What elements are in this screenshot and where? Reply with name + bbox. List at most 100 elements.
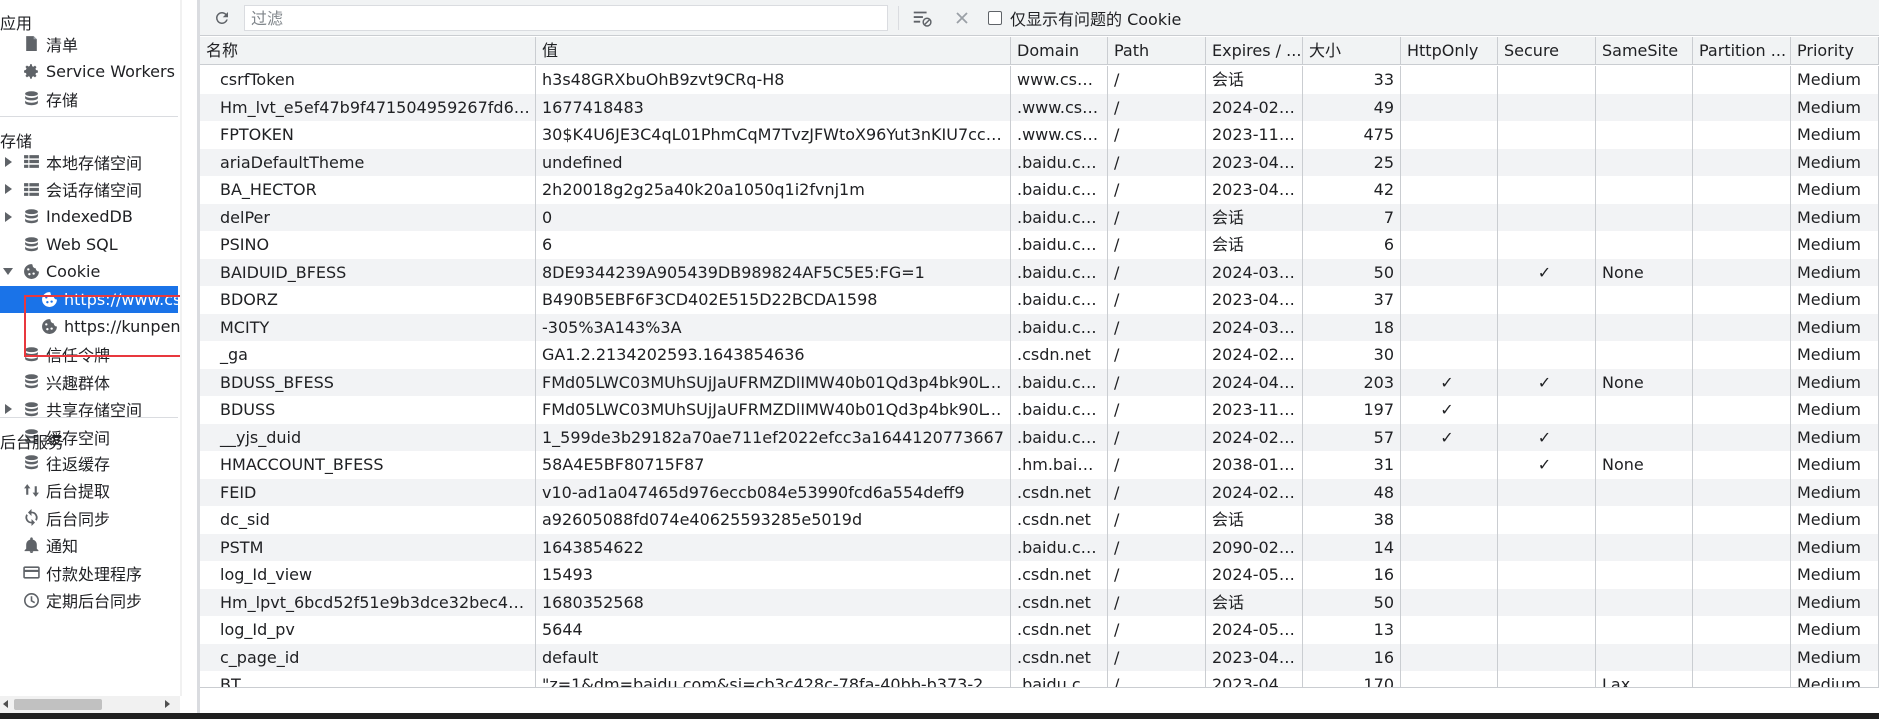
- table-row[interactable]: log_Id_pv 5644 .csdn.net/2024-05-... 13 Medi…: [200, 616, 1879, 644]
- table-row[interactable]: BDUSS_BFESS FMd05LWC03MUhSUjJaUFRMZDlIMW4…: [200, 368, 1879, 396]
- cell-samesite: None: [1596, 451, 1693, 479]
- sidebar-vertical-scrollbar[interactable]: [180, 0, 182, 696]
- column-header-domain[interactable]: Domain: [1011, 37, 1108, 65]
- expand-triangle-right-icon[interactable]: [0, 203, 16, 230]
- sidebar-item-background-fetch[interactable]: 后台提取: [0, 477, 178, 504]
- cell-size: 13: [1303, 616, 1401, 644]
- expand-triangle-right-icon[interactable]: [0, 148, 16, 175]
- sidebar-item-notifications[interactable]: 通知: [0, 532, 178, 559]
- delete-selected-button[interactable]: [950, 6, 974, 30]
- sidebar-horizontal-scrollbar[interactable]: [0, 696, 180, 713]
- filter-input[interactable]: [244, 5, 888, 31]
- only-issues-checkbox[interactable]: [988, 11, 1002, 25]
- sidebar-item-background-sync[interactable]: 后台同步: [0, 504, 178, 531]
- table-row[interactable]: dc_sid a92605088fd074e40625593285e5019d .c…: [200, 506, 1879, 534]
- sidebar-item-periodic-sync[interactable]: 定期后台同步: [0, 587, 178, 614]
- table-row[interactable]: FPTOKEN 30$K4U6JE3C4qL01PhmCqM7TvzJFWtoX9…: [200, 121, 1879, 149]
- sidebar-item-web-sql[interactable]: Web SQL: [0, 231, 178, 258]
- sidebar-item-payment-handler[interactable]: 付款处理程序: [0, 559, 178, 586]
- cell-name: BAIDUID_BFESS: [200, 258, 536, 286]
- cell-expires: 2024-02-...: [1206, 478, 1303, 506]
- table-row[interactable]: BA_HECTOR 2h20018g2g25a40k20a1050q1i2fvnj…: [200, 176, 1879, 204]
- table-header: 名称值 Domain Path Expires / ... 大小 HttpOnly Secu…: [200, 37, 1879, 65]
- column-header-name[interactable]: 名称: [200, 37, 536, 65]
- sidebar-item-shared-storage[interactable]: 共享存储空间: [0, 396, 178, 423]
- sidebar-item-indexeddb[interactable]: IndexedDB: [0, 203, 178, 230]
- cookie-icon: [40, 318, 58, 336]
- sidebar-item-label: 通知: [46, 537, 79, 556]
- cell-name: BT: [200, 671, 536, 687]
- sidebar-item-service-workers[interactable]: Service Workers: [0, 58, 178, 85]
- table-row[interactable]: BDUSS FMd05LWC03MUhSUjJaUFRMZDlIMW40b01Qd…: [200, 396, 1879, 424]
- sidebar-item-interest-groups[interactable]: 兴趣群体: [0, 368, 178, 395]
- scroll-right-arrow-icon[interactable]: [165, 700, 170, 708]
- table-row[interactable]: _ga GA1.2.2134202593.1643854636 .csdn.net /…: [200, 341, 1879, 369]
- column-header-priority[interactable]: Priority: [1791, 37, 1879, 65]
- cell-samesite: [1596, 93, 1693, 121]
- table-row[interactable]: PSINO 6 .baidu.com / 会话 6 Medium: [200, 231, 1879, 259]
- cell-expires: 2024-02-...: [1206, 93, 1303, 121]
- column-header-partition[interactable]: Partition ...: [1693, 37, 1791, 65]
- cell-path: /: [1108, 561, 1206, 589]
- table-row[interactable]: MCITY -305%3A143%3A .baidu.com/2024-03-...…: [200, 313, 1879, 341]
- table-row[interactable]: BT "z=1&dm=baidu.com&si=cb3c428c-78fa-40b…: [200, 671, 1879, 687]
- table-row[interactable]: BDORZ B490B5EBF6F3CD402E515D22BCDA1598 .ba…: [200, 286, 1879, 314]
- table-row[interactable]: delPer 0 .baidu.com / 会话 7 Medium: [200, 203, 1879, 231]
- cell-domain: .www.csd...: [1011, 121, 1108, 149]
- table-row[interactable]: __yjs_duid 1_599de3b29182a70ae711ef2022ef…: [200, 423, 1879, 451]
- expand-triangle-down-icon[interactable]: [0, 258, 16, 285]
- sidebar-item-cookie-kunpeng[interactable]: https://kunpeng-sc.csdnimg.cn: [0, 313, 180, 340]
- cell-samesite: [1596, 176, 1693, 204]
- cell-size: 14: [1303, 533, 1401, 561]
- refresh-button[interactable]: [210, 6, 234, 30]
- table-row[interactable]: PSTM 1643854622 .baidu.com/2090-02-... 14 Me…: [200, 533, 1879, 561]
- table-row[interactable]: HMACCOUNT_BFESS 58A4E5BF80715F87 .hm.baidu…: [200, 451, 1879, 479]
- sync-icon: [22, 509, 40, 527]
- table-row[interactable]: Hm_lpvt_6bcd52f51e9b3dce32bec4a399... 168…: [200, 588, 1879, 616]
- table-row[interactable]: csrfToken h3s48GRXbuOhB9zvt9CRq-H8 www.csd…: [200, 66, 1879, 94]
- table-row[interactable]: BAIDUID_BFESS 8DE9344239A905439DB989824AF…: [200, 258, 1879, 286]
- column-header-value[interactable]: 值: [536, 37, 1011, 65]
- clear-filtered-cookies-button[interactable]: [910, 6, 934, 30]
- table-row[interactable]: Hm_lvt_e5ef47b9f471504959267fd614d5... 16…: [200, 93, 1879, 121]
- sidebar-item-session-storage[interactable]: 会话存储空间: [0, 176, 178, 203]
- sidebar-item-back-forward-cache[interactable]: 往返缓存: [0, 449, 178, 476]
- cell-path: /: [1108, 313, 1206, 341]
- only-show-issues-toggle[interactable]: 仅显示有问题的 Cookie: [988, 8, 1181, 29]
- column-header-secure[interactable]: Secure: [1498, 37, 1596, 65]
- table-row[interactable]: c_page_id default .csdn.net/2023-04-... 16 M…: [200, 643, 1879, 671]
- sidebar-item-cookie[interactable]: Cookie: [0, 258, 178, 285]
- column-header-samesite[interactable]: SameSite: [1596, 37, 1693, 65]
- cell-secure: [1498, 396, 1596, 424]
- cell-name: FPTOKEN: [200, 121, 536, 149]
- sidebar-item-manifest[interactable]: 清单: [0, 30, 178, 57]
- cell-domain: .baidu.com: [1011, 148, 1108, 176]
- column-header-httponly[interactable]: HttpOnly: [1401, 37, 1498, 65]
- cell-partition: [1693, 368, 1791, 396]
- cell-name: dc_sid: [200, 506, 536, 534]
- sidebar-item-cookie-csdn[interactable]: https://www.csdn.net: [0, 285, 180, 313]
- column-header-path[interactable]: Path: [1108, 37, 1206, 65]
- table-row[interactable]: log_Id_view 15493 .csdn.net/2024-05-... 16 M…: [200, 561, 1879, 589]
- scroll-left-arrow-icon[interactable]: [3, 700, 8, 708]
- cell-path: /: [1108, 616, 1206, 644]
- database-icon: [22, 454, 40, 472]
- database-icon: [22, 373, 40, 391]
- expand-triangle-right-icon[interactable]: [0, 396, 16, 423]
- sidebar-item-storage-app[interactable]: 存储: [0, 85, 178, 112]
- cell-domain: .csdn.net: [1011, 506, 1108, 534]
- cell-value: a92605088fd074e40625593285e5019d: [536, 506, 1011, 534]
- cell-httponly: [1401, 643, 1498, 671]
- sidebar-horizontal-scroll-thumb[interactable]: [14, 699, 102, 710]
- column-header-expires[interactable]: Expires / ...: [1206, 37, 1303, 65]
- sidebar-item-trust-tokens[interactable]: 信任令牌: [0, 341, 178, 368]
- table-row[interactable]: ariaDefaultTheme undefined .baidu.com/2023…: [200, 148, 1879, 176]
- table-row[interactable]: FEID v10-ad1a047465d976eccb084e53990fcd6a…: [200, 478, 1879, 506]
- cell-name: _ga: [200, 341, 536, 369]
- column-header-size[interactable]: 大小: [1303, 37, 1401, 65]
- sidebar-item-local-storage[interactable]: 本地存储空间: [0, 148, 178, 175]
- expand-triangle-right-icon[interactable]: [0, 176, 16, 203]
- cell-value: B490B5EBF6F3CD402E515D22BCDA1598: [536, 286, 1011, 314]
- cell-expires: 2024-05-...: [1206, 616, 1303, 644]
